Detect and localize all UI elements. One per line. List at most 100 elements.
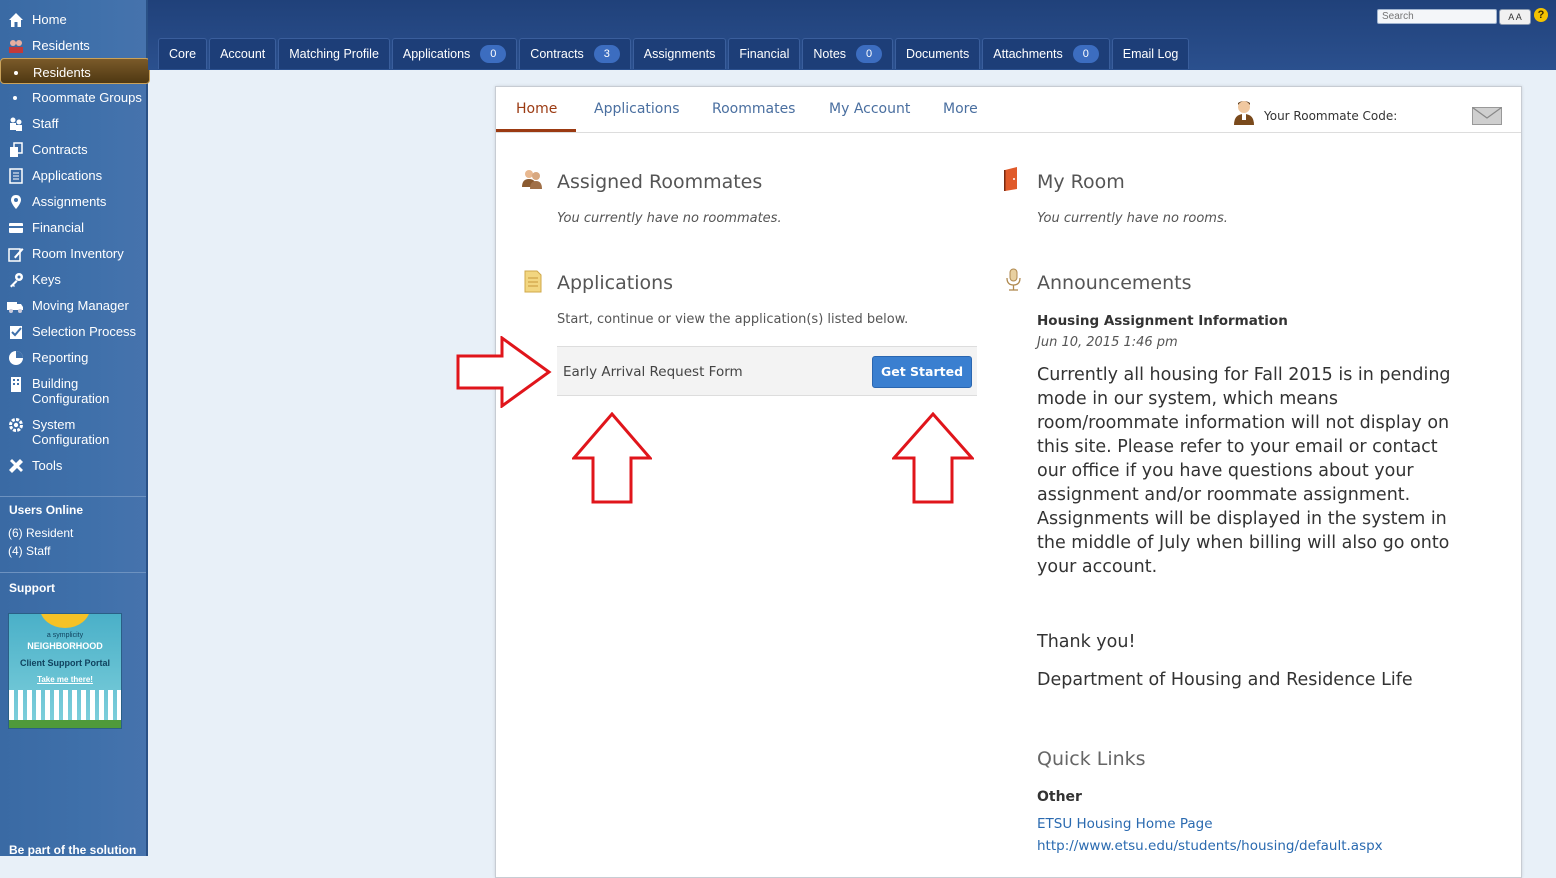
sidebar: Home Residents Residents Roommate Groups…: [0, 0, 150, 857]
sidebar-item-room-inventory[interactable]: Room Inventory: [0, 240, 146, 266]
bullet-icon: [13, 96, 17, 100]
annotation-arrow-right: [456, 336, 552, 408]
assigned-roommates-title: Assigned Roommates: [557, 171, 763, 193]
applications-title: Applications: [557, 272, 674, 294]
sidebar-item-label: Keys: [32, 272, 61, 287]
tab-notes[interactable]: Notes 0: [802, 38, 894, 69]
quick-links-category: Other: [1037, 789, 1082, 805]
tab-applications[interactable]: Applications 0: [391, 38, 518, 69]
no-roommates-text: You currently have no roommates.: [557, 211, 782, 226]
users-online-title: Users Online: [9, 503, 84, 517]
sidebar-item-label: Contracts: [32, 142, 88, 157]
sidebar-item-reporting[interactable]: Reporting: [0, 344, 146, 370]
help-icon[interactable]: ?: [1534, 8, 1548, 22]
sidebar-item-assignments[interactable]: Assignments: [0, 188, 146, 214]
sidebar-item-contracts[interactable]: Contracts: [0, 136, 146, 162]
building-icon: [11, 377, 21, 392]
housing-url-link[interactable]: http://www.etsu.edu/students/housing/def…: [1037, 838, 1383, 854]
sidebar-item-keys[interactable]: Keys: [0, 266, 146, 292]
tab-label: Matching Profile: [289, 47, 379, 61]
tab-account[interactable]: Account: [209, 38, 277, 69]
card-icon: [9, 223, 23, 233]
housing-home-link[interactable]: ETSU Housing Home Page: [1037, 816, 1213, 832]
tab-documents[interactable]: Documents: [895, 38, 981, 69]
sidebar-item-residents[interactable]: Residents: [0, 32, 146, 58]
roommates-icon: [522, 170, 542, 189]
grass-graphic: [9, 720, 121, 728]
support-portal-logo[interactable]: a symplicity NEIGHBORHOOD Client Support…: [8, 613, 122, 729]
portal-tab-my-account[interactable]: My Account: [829, 101, 910, 117]
key-icon: [10, 273, 23, 288]
tools-icon: [9, 459, 23, 473]
sidebar-item-residents-sub[interactable]: Residents: [0, 58, 150, 84]
users-online-staff[interactable]: (4) Staff: [0, 540, 146, 558]
tab-label: Documents: [906, 47, 970, 61]
contracts-icon: [10, 142, 23, 157]
get-started-button[interactable]: Get Started: [872, 356, 972, 388]
truck-icon: [7, 302, 23, 313]
sidebar-item-financial[interactable]: Financial: [0, 214, 146, 240]
sidebar-item-label: Tools: [32, 458, 63, 473]
sidebar-item-tools[interactable]: Tools: [0, 452, 146, 478]
tab-label: Contracts: [530, 47, 584, 61]
logo-link[interactable]: Take me there!: [9, 675, 121, 684]
tab-label: Email Log: [1122, 47, 1179, 61]
sidebar-item-applications[interactable]: Applications: [0, 162, 146, 188]
staff-icon: [10, 117, 22, 131]
portal-tab-more[interactable]: More: [943, 101, 978, 117]
bottom-tagline: Be part of the solution: [9, 843, 137, 857]
sidebar-item-roommate-groups[interactable]: Roommate Groups: [0, 84, 146, 110]
tab-financial[interactable]: Financial: [728, 38, 801, 69]
sidebar-item-system-configuration[interactable]: System Configuration: [0, 411, 146, 452]
sidebar-item-label: Moving Manager: [32, 298, 129, 313]
portal-tab-home[interactable]: Home: [516, 101, 557, 117]
sidebar-item-moving-manager[interactable]: Moving Manager: [0, 292, 146, 318]
my-room-title: My Room: [1037, 171, 1125, 193]
sidebar-item-label: Selection Process: [32, 324, 137, 339]
active-tab-underline: [496, 129, 576, 132]
top-bar: A A ? Core Account Matching Profile Appl…: [148, 0, 1556, 70]
tab-label: Account: [220, 47, 266, 61]
users-online-resident[interactable]: (6) Resident: [0, 517, 146, 540]
sidebar-item-label: Residents: [32, 38, 90, 53]
tab-label: Attachments: [993, 47, 1063, 61]
sun-icon: [40, 614, 90, 628]
tab-assignments[interactable]: Assignments: [632, 38, 727, 69]
tab-matching-profile[interactable]: Matching Profile: [278, 38, 390, 69]
residents-icon: [9, 40, 23, 53]
roommate-code-label: Your Roommate Code:: [1264, 109, 1398, 123]
tab-label: Assignments: [643, 47, 716, 61]
portal-tab-applications[interactable]: Applications: [594, 101, 680, 117]
applications-intro: Start, continue or view the application(…: [557, 312, 909, 327]
bullet-icon: [14, 71, 18, 75]
sidebar-item-selection-process[interactable]: Selection Process: [0, 318, 146, 344]
sidebar-item-staff[interactable]: Staff: [0, 110, 146, 136]
logo-title: NEIGHBORHOOD: [27, 641, 103, 651]
count-badge: 0: [856, 45, 883, 63]
sidebar-item-building-configuration[interactable]: Building Configuration: [0, 370, 146, 411]
application-row: Early Arrival Request Form Get Started: [557, 346, 977, 396]
search-input[interactable]: [1377, 9, 1497, 24]
portal-tabs: Home Applications Roommates My Account M…: [496, 87, 1521, 133]
annotation-arrow-up: [892, 412, 974, 504]
sidebar-item-label: Reporting: [32, 350, 89, 365]
announcement-title: Housing Assignment Information: [1037, 313, 1288, 329]
avatar-icon: [1234, 101, 1254, 125]
tab-contracts[interactable]: Contracts 3: [519, 38, 631, 69]
sidebar-item-home[interactable]: Home: [0, 6, 146, 32]
sidebar-item-label: Building Configuration: [32, 376, 110, 406]
support-title: Support: [9, 581, 55, 595]
tab-attachments[interactable]: Attachments 0: [982, 38, 1110, 69]
sidebar-item-label: Applications: [32, 168, 103, 183]
document-icon: [524, 270, 542, 293]
record-tabs: Core Account Matching Profile Applicatio…: [158, 38, 1190, 69]
pin-icon: [11, 195, 21, 209]
font-size-button[interactable]: A A: [1499, 9, 1531, 25]
sidebar-item-label: Roommate Groups: [32, 90, 142, 105]
mail-icon[interactable]: [1472, 107, 1502, 125]
announcement-body: Currently all housing for Fall 2015 is i…: [1037, 365, 1451, 577]
tab-label: Financial: [739, 47, 790, 61]
tab-core[interactable]: Core: [158, 38, 208, 69]
portal-tab-roommates[interactable]: Roommates: [712, 101, 795, 117]
tab-email-log[interactable]: Email Log: [1111, 38, 1190, 69]
